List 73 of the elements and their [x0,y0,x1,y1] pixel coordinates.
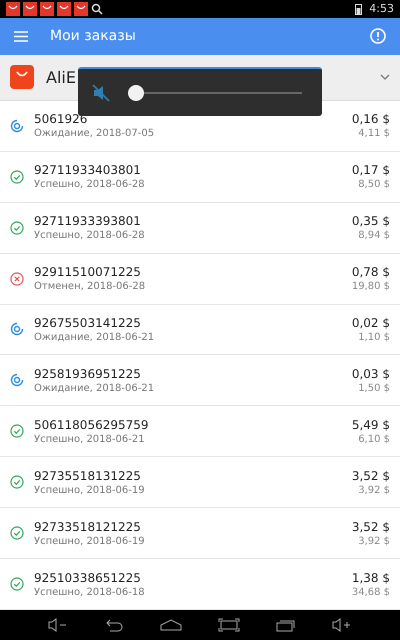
volume-down-icon[interactable] [48,618,68,632]
order-total: 4,11 $ [358,128,390,140]
volume-up-icon[interactable] [332,618,352,632]
store-name: AliE [46,68,76,87]
order-status: Успешно, 2018-06-28 [34,179,146,190]
order-price: 0,03 $ [352,366,390,381]
order-status: Отменен, 2018-06-28 [34,281,146,292]
menu-icon[interactable] [14,30,28,42]
order-price: 1,38 $ [352,570,390,585]
search-icon [91,2,103,15]
check-circle-icon [10,220,24,235]
order-price: 5,49 $ [352,418,390,432]
order-number: 92675503141225 [34,316,142,330]
status-time: 4:53 [369,2,394,16]
recent-apps-icon[interactable] [276,618,296,632]
order-number: 5061926 [34,112,88,126]
notification-icon [6,2,20,16]
order-price: 0,78 $ [352,265,390,280]
check-circle-icon [10,170,24,184]
check-circle-icon [10,526,24,540]
order-status: Успешно, 2018-06-28 [34,230,146,242]
order-price: 3,52 $ [352,520,390,534]
order-total: 1,10 $ [358,332,390,343]
slider-thumb[interactable] [128,84,144,100]
sync-icon [10,373,24,388]
order-total: 34,68 $ [352,586,390,598]
sync-icon [10,118,24,133]
order-number: 506118056295759 [34,418,150,432]
order-total: 19,80 $ [352,281,390,292]
order-price: 0,17 $ [352,163,390,178]
notification-icon [23,2,37,16]
order-price: 3,52 $ [352,468,390,483]
volume-slider[interactable] [128,84,302,100]
screen-title: Мои заказы [50,28,137,44]
check-circle-icon [10,475,24,490]
order-total: 8,94 $ [358,230,390,242]
battery-icon [355,2,362,15]
order-status: Ожидание, 2018-07-05 [34,128,156,140]
notification-icon [57,2,71,16]
order-status: Ожидание, 2018-06-21 [34,382,156,394]
order-number: 92581936951225 [34,366,142,381]
order-number: 92735518131225 [34,468,142,483]
cancel-circle-icon [10,272,24,286]
order-number: 92510338651225 [34,570,142,585]
store-logo-icon [10,65,34,90]
order-number: 92711933403801 [34,163,142,178]
order-status: Успешно, 2018-06-18 [34,586,146,598]
back-icon[interactable] [104,618,124,632]
order-status: Успешно, 2018-06-19 [34,484,146,496]
order-total: 3,92 $ [358,536,390,547]
info-icon[interactable] [370,28,386,44]
order-total: 1,50 $ [358,382,390,394]
screenshot-icon[interactable] [218,618,240,632]
order-status: Успешно, 2018-06-21 [34,434,146,445]
order-number: 92911510071225 [34,265,142,280]
home-icon[interactable] [160,619,182,632]
order-total: 3,92 $ [358,484,390,496]
order-total: 6,10 $ [358,434,390,445]
order-price: 0,35 $ [352,214,390,228]
check-circle-icon [10,424,24,438]
order-price: 0,02 $ [352,316,390,330]
chevron-down-icon[interactable] [380,74,390,80]
notification-icon [74,2,88,16]
order-status: Ожидание, 2018-06-21 [34,332,156,343]
order-total: 8,50 $ [358,179,390,190]
order-price: 0,16 $ [352,112,390,126]
sync-icon [10,322,24,336]
notification-icon [40,2,54,16]
check-circle-icon [10,577,24,592]
order-status: Успешно, 2018-06-19 [34,536,146,547]
order-number: 92711933393801 [34,214,142,228]
speaker-muted-icon[interactable] [92,84,110,102]
order-number: 92733518121225 [34,520,142,534]
